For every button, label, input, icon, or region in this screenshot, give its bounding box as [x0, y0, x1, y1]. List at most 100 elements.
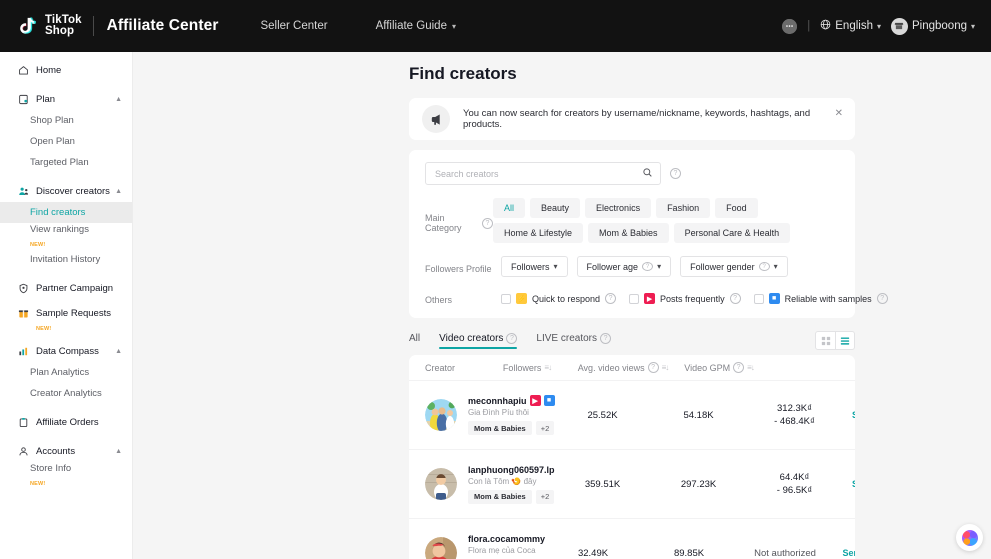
- checkbox-box[interactable]: [501, 293, 511, 304]
- table-row[interactable]: flora.cocamommy Flora mẹ của Coca Na tạo…: [409, 518, 855, 559]
- video-gpm-help-icon[interactable]: ?: [733, 362, 745, 373]
- chevron-up-icon[interactable]: ▲: [115, 448, 122, 455]
- follower-age-help-icon[interactable]: ?: [642, 262, 654, 271]
- live-creators-help-icon[interactable]: ?: [600, 332, 612, 344]
- sidebar-item-shop-plan[interactable]: Shop Plan: [0, 110, 132, 131]
- quick-to-respond-help-icon[interactable]: ?: [605, 293, 617, 304]
- nav-link-seller-center[interactable]: Seller Center: [260, 20, 327, 32]
- send-message-button[interactable]: Send Message: [843, 410, 855, 420]
- cell-video-gpm-line2: - 468.4K₫: [774, 416, 815, 427]
- avatar[interactable]: [425, 537, 457, 559]
- new-badge: NEW!: [36, 326, 52, 332]
- header-video-gpm[interactable]: Video GPM ? ≡↓: [671, 362, 767, 373]
- header-video-gpm-label: Video GPM: [684, 362, 731, 373]
- message-icon[interactable]: [782, 18, 798, 34]
- creator-extra-tags[interactable]: +2: [535, 489, 555, 504]
- checkbox-quick-to-respond[interactable]: ⚡ Quick to respond ?: [501, 293, 617, 304]
- discover-creators-icon: [18, 186, 29, 197]
- category-chip-electronics[interactable]: Electronics: [585, 198, 652, 218]
- table-row[interactable]: meconnhapiu ▶ ■ Gia Đình Píu thôi Mom & …: [409, 380, 855, 449]
- category-chip-fashion[interactable]: Fashion: [656, 198, 711, 218]
- sidebar-group-plan: Plan ▲ Shop Plan Open Plan Targeted Plan: [0, 89, 132, 173]
- follower-age-dropdown[interactable]: Follower age ? ▾: [576, 256, 672, 277]
- sidebar-item-affiliate-orders-label: Affiliate Orders: [36, 417, 99, 428]
- filter-panel: ? Main Category ? All Beauty Electronics…: [409, 150, 888, 318]
- category-chip-personal-care-health[interactable]: Personal Care & Health: [673, 223, 791, 243]
- nav-link-affiliate-guide[interactable]: Affiliate Guide ▾: [376, 20, 456, 32]
- reliable-with-samples-help-icon[interactable]: ?: [876, 293, 888, 304]
- followers-dropdown[interactable]: Followers ▾: [501, 256, 568, 277]
- sidebar-item-home[interactable]: Home: [0, 60, 132, 81]
- search-icon[interactable]: [642, 165, 653, 183]
- sidebar-item-open-plan[interactable]: Open Plan: [0, 131, 132, 152]
- search-input[interactable]: [435, 168, 642, 179]
- list-view-icon[interactable]: [835, 332, 854, 349]
- search-help-icon[interactable]: ?: [670, 168, 681, 179]
- main-category-label-wrap: Main Category ?: [425, 198, 493, 243]
- sidebar-item-data-compass[interactable]: Data Compass ▲: [0, 341, 132, 362]
- sidebar-item-creator-analytics[interactable]: Creator Analytics: [0, 383, 132, 404]
- chevron-up-icon[interactable]: ▲: [115, 188, 122, 195]
- checkbox-reliable-with-samples[interactable]: ■ Reliable with samples ?: [753, 293, 888, 304]
- close-icon[interactable]: ✕: [835, 109, 843, 119]
- header-avg-video-views[interactable]: Avg. video views ? ≡↓: [575, 362, 671, 373]
- account-menu[interactable]: Pingboong ▾: [890, 17, 975, 35]
- creator-extra-tags[interactable]: +2: [535, 421, 555, 435]
- sidebar-item-discover-creators[interactable]: Discover creators ▲: [0, 181, 132, 202]
- tiktok-shop-logo[interactable]: TikTok Shop: [16, 14, 82, 37]
- sidebar-item-affiliate-orders[interactable]: Affiliate Orders: [0, 412, 132, 433]
- cell-video-gpm: Not authorized: [754, 547, 816, 559]
- cell-avg-video-views: 54.18K: [683, 409, 714, 421]
- language-selector[interactable]: English ▾: [820, 19, 881, 33]
- sidebar-item-accounts[interactable]: Accounts ▲: [0, 441, 132, 462]
- checkbox-posts-frequently[interactable]: ▶ Posts frequently ?: [629, 293, 741, 304]
- sort-icon[interactable]: ≡↓: [747, 363, 755, 372]
- grid-view-icon[interactable]: [816, 332, 835, 349]
- category-chip-mom-babies[interactable]: Mom & Babies: [588, 223, 669, 243]
- sidebar-item-plan-analytics[interactable]: Plan Analytics: [0, 362, 132, 383]
- avg-video-views-help-icon[interactable]: ?: [647, 362, 659, 373]
- sidebar-item-view-rankings[interactable]: View rankings NEW!: [0, 223, 132, 249]
- sidebar-item-invitation-history[interactable]: Invitation History: [0, 249, 132, 270]
- sidebar-item-partner-campaign[interactable]: Partner Campaign: [0, 278, 132, 299]
- checkbox-reliable-with-samples-label: Reliable with samples: [784, 293, 872, 304]
- chevron-up-icon[interactable]: ▲: [115, 348, 122, 355]
- avatar[interactable]: [425, 399, 457, 431]
- sidebar-item-find-creators[interactable]: Find creators: [0, 202, 132, 223]
- ai-assistant-button[interactable]: [956, 524, 983, 551]
- tab-all[interactable]: All: [409, 333, 420, 349]
- sidebar-item-plan[interactable]: Plan ▲: [0, 89, 132, 110]
- posts-frequently-help-icon[interactable]: ?: [729, 293, 741, 304]
- checkbox-box[interactable]: [753, 293, 764, 304]
- send-message-button[interactable]: Send Message: [833, 548, 856, 558]
- category-chip-home-lifestyle[interactable]: Home & Lifestyle: [493, 223, 584, 243]
- tab-video-creators[interactable]: Video creators ?: [439, 332, 518, 349]
- chevron-down-icon: ▾: [876, 21, 881, 31]
- sidebar-item-targeted-plan[interactable]: Targeted Plan: [0, 152, 132, 173]
- table-row[interactable]: lanphuong060597.lp Con là Tôm 🍤 đây Mom …: [409, 449, 855, 518]
- creators-table: Creator Followers ≡↓ Avg. video views ? …: [409, 355, 855, 559]
- search-creators-box[interactable]: [425, 162, 661, 185]
- follower-gender-dropdown[interactable]: Follower gender ? ▾: [680, 256, 788, 277]
- send-message-button[interactable]: Send Message: [843, 479, 855, 489]
- tab-live-creators[interactable]: LIVE creators ?: [536, 332, 612, 349]
- avatar[interactable]: [425, 468, 457, 500]
- header-followers[interactable]: Followers ≡↓: [479, 363, 575, 373]
- sort-icon[interactable]: ≡↓: [544, 363, 552, 372]
- video-play-icon: ▶: [529, 395, 541, 406]
- main-category-help-icon[interactable]: ?: [482, 217, 493, 229]
- follower-gender-dropdown-label: Follower gender: [690, 261, 755, 272]
- category-chip-food[interactable]: Food: [715, 198, 758, 218]
- category-chip-all[interactable]: All: [493, 198, 526, 218]
- sort-icon[interactable]: ≡↓: [662, 363, 670, 372]
- sidebar-item-store-info[interactable]: Store Info NEW!: [0, 462, 132, 488]
- checkbox-box[interactable]: [629, 293, 640, 304]
- video-creators-help-icon[interactable]: ?: [506, 332, 518, 344]
- table-header-row: Creator Followers ≡↓ Avg. video views ? …: [409, 355, 855, 380]
- sidebar-item-shop-plan-label: Shop Plan: [30, 115, 74, 126]
- sidebar-item-sample-requests[interactable]: Sample Requests NEW!: [0, 307, 132, 333]
- follower-gender-help-icon[interactable]: ?: [758, 262, 770, 271]
- chevron-up-icon[interactable]: ▲: [115, 96, 122, 103]
- category-chip-beauty[interactable]: Beauty: [530, 198, 581, 218]
- creator-tags: Mom & Babies +2: [468, 421, 555, 435]
